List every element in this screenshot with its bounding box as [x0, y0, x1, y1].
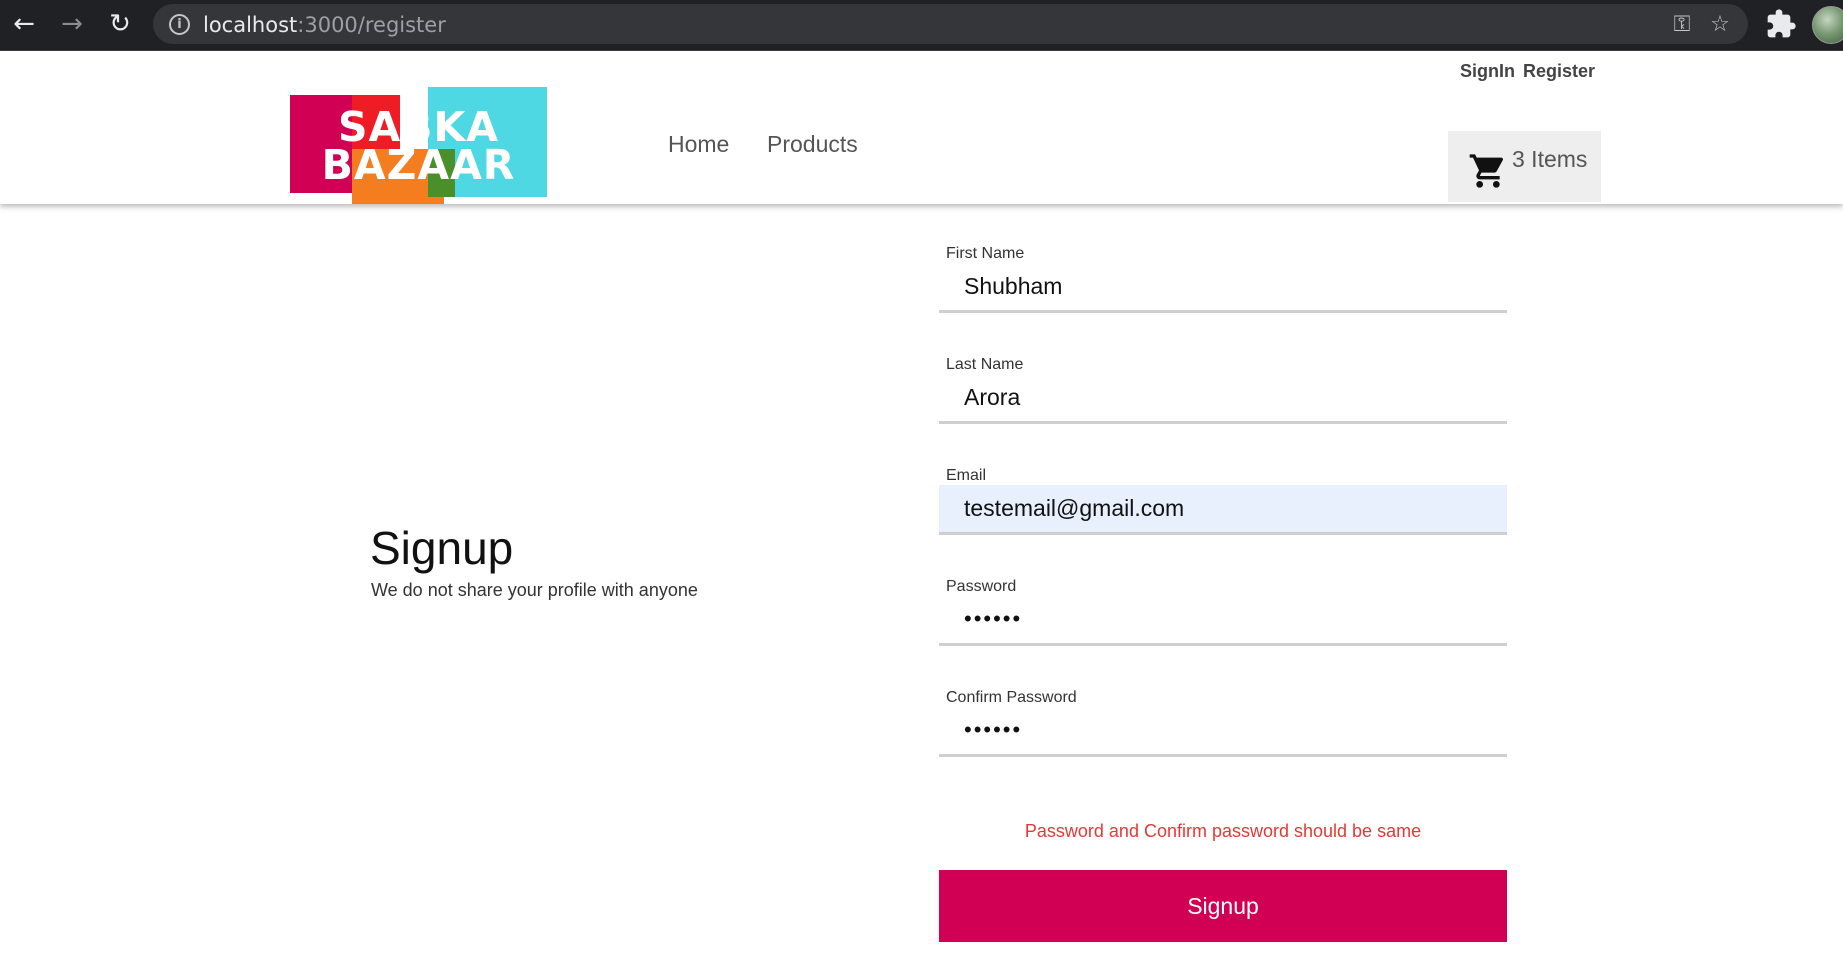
confirm-password-label: Confirm Password — [946, 689, 1077, 706]
first-name-input[interactable]: Shubham — [939, 263, 1507, 313]
password-key-icon[interactable]: ⚿ — [1668, 10, 1696, 38]
last-name-label: Last Name — [946, 356, 1024, 373]
address-bar[interactable]: i localhost:3000/register ⚿ ☆ — [153, 4, 1748, 44]
forward-arrow-icon: → — [61, 9, 83, 39]
browser-toolbar: ← → ↻ i localhost:3000/register ⚿ ☆ — [0, 0, 1843, 51]
email-label: Email — [946, 467, 987, 484]
signup-submit-button[interactable]: Signup — [939, 870, 1507, 942]
url-host: localhost — [203, 13, 298, 37]
password-label: Password — [946, 578, 1017, 595]
page-title: Signup — [370, 522, 514, 574]
back-arrow-icon: ← — [13, 9, 35, 39]
logo-text-line2: BAZAAR — [321, 141, 516, 189]
password-mismatch-error: Password and Confirm password should be … — [1024, 821, 1422, 841]
reload-icon: ↻ — [109, 9, 131, 39]
cart-button[interactable]: 3 Items — [1448, 131, 1601, 202]
bookmark-star-icon[interactable]: ☆ — [1706, 10, 1734, 38]
url-path: :3000/register — [297, 13, 446, 37]
extensions-puzzle-icon[interactable] — [1765, 8, 1797, 40]
profile-avatar[interactable] — [1812, 6, 1843, 44]
sabka-bazaar-logo[interactable]: SABKA BAZAAR — [290, 87, 547, 204]
register-link[interactable]: Register — [1523, 61, 1595, 82]
password-input[interactable]: •••••• — [939, 596, 1507, 646]
nav-link-home[interactable]: Home — [668, 131, 729, 158]
page-subtitle: We do not share your profile with anyone — [371, 580, 698, 600]
last-name-input[interactable]: Arora — [939, 374, 1507, 424]
forward-button[interactable]: → — [54, 6, 90, 42]
nav-link-products[interactable]: Products — [767, 131, 858, 158]
url-text[interactable]: localhost:3000/register — [203, 13, 446, 37]
reload-button[interactable]: ↻ — [102, 6, 138, 42]
back-button[interactable]: ← — [6, 6, 42, 42]
cart-count-label: 3 Items — [1512, 146, 1588, 172]
email-input[interactable]: testemail@gmail.com — [939, 485, 1507, 535]
site-header: SABKA BAZAAR Home Products SignIn Regist… — [0, 51, 1843, 204]
site-info-icon[interactable]: i — [169, 14, 190, 35]
shopping-cart-icon — [1469, 154, 1504, 188]
first-name-label: First Name — [946, 245, 1025, 262]
signin-link[interactable]: SignIn — [1460, 61, 1515, 82]
confirm-password-input[interactable]: •••••• — [939, 707, 1507, 757]
